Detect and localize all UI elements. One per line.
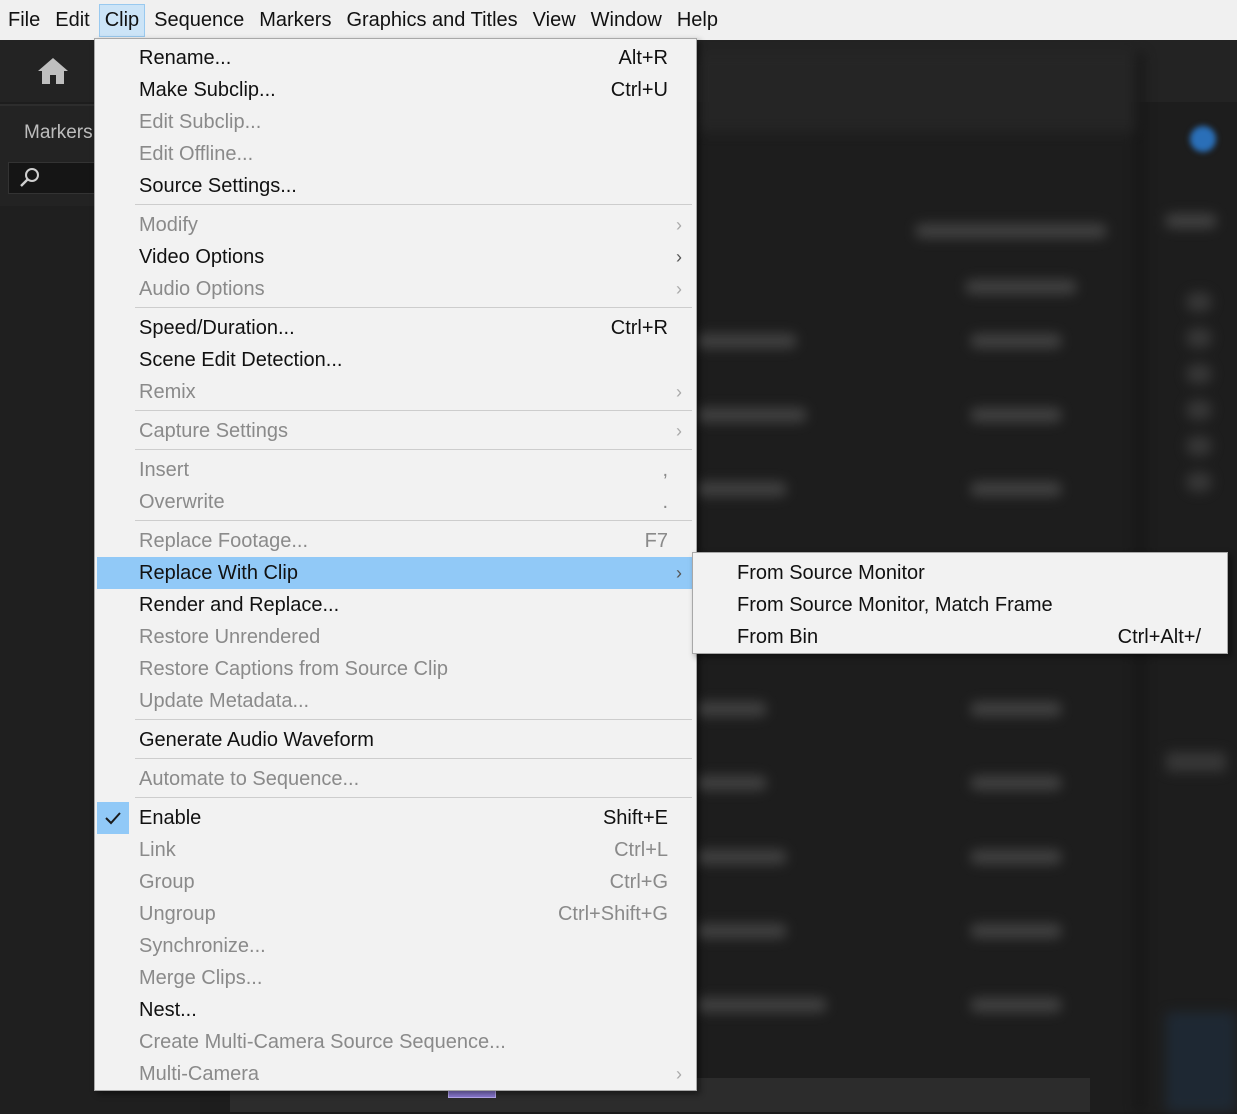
menu-markers[interactable]: Markers [253, 4, 337, 37]
panel-tab-markers[interactable]: Markers [24, 122, 93, 144]
menu-item-replace-with-clip[interactable]: Replace With Clip › [97, 557, 692, 589]
menu-item-video-options[interactable]: Video Options › [97, 241, 692, 273]
menu-separator [135, 520, 692, 521]
menu-item-replace-footage[interactable]: Replace Footage... F7 [97, 525, 692, 557]
menu-item-rename[interactable]: Rename... Alt+R [97, 42, 692, 74]
menu-item-insert[interactable]: Insert, [97, 454, 692, 486]
submenu-item-from-source-monitor[interactable]: From Source Monitor [695, 557, 1225, 589]
status-indicator [1190, 126, 1216, 152]
chevron-right-icon: › [676, 247, 682, 267]
menu-bar: File Edit Clip Sequence Markers Graphics… [0, 0, 1237, 40]
menu-item-audio-options[interactable]: Audio Options › [97, 273, 692, 305]
menu-item-group[interactable]: Group Ctrl+G [97, 866, 692, 898]
chevron-right-icon: › [676, 215, 682, 235]
menu-item-make-subclip[interactable]: Make Subclip... Ctrl+U [97, 74, 692, 106]
menu-separator [135, 449, 692, 450]
menu-item-modify[interactable]: Modify › [97, 209, 692, 241]
menu-item-merge-clips[interactable]: Merge Clips... [97, 962, 692, 994]
menu-item-source-settings[interactable]: Source Settings... [97, 170, 692, 202]
menu-item-enable[interactable]: Enable Shift+E [97, 802, 692, 834]
menu-item-link[interactable]: Link Ctrl+L [97, 834, 692, 866]
home-icon[interactable] [36, 56, 70, 86]
menu-view[interactable]: View [527, 4, 582, 37]
menu-item-restore-unrendered[interactable]: Restore Unrendered [97, 621, 692, 653]
menu-item-scene-edit-detection[interactable]: Scene Edit Detection... [97, 344, 692, 376]
menu-separator [135, 307, 692, 308]
menu-item-restore-captions[interactable]: Restore Captions from Source Clip [97, 653, 692, 685]
menu-help[interactable]: Help [671, 4, 724, 37]
menu-item-create-multi-camera-source-sequence[interactable]: Create Multi-Camera Source Sequence... [97, 1026, 692, 1058]
menu-separator [135, 758, 692, 759]
menu-edit[interactable]: Edit [49, 4, 95, 37]
menu-item-nest[interactable]: Nest... [97, 994, 692, 1026]
menu-separator [135, 719, 692, 720]
menu-item-ungroup[interactable]: Ungroup Ctrl+Shift+G [97, 898, 692, 930]
check-icon [97, 802, 129, 834]
chevron-right-icon: › [676, 382, 682, 402]
clip-menu: Rename... Alt+R Make Subclip... Ctrl+U Edi… [94, 38, 697, 1091]
menu-clip[interactable]: Clip [98, 3, 146, 37]
submenu-item-from-bin[interactable]: From Bin Ctrl+Alt+/ [695, 621, 1225, 653]
replace-with-clip-submenu: From Source Monitor From Source Monitor,… [692, 552, 1228, 654]
menu-separator [135, 204, 692, 205]
menu-item-remix[interactable]: Remix › [97, 376, 692, 408]
search-icon [20, 168, 39, 187]
menu-item-multi-camera[interactable]: Multi-Camera › [97, 1058, 692, 1090]
menu-separator [135, 410, 692, 411]
menu-item-update-metadata[interactable]: Update Metadata... [97, 685, 692, 717]
submenu-item-from-source-monitor-match-frame[interactable]: From Source Monitor, Match Frame [695, 589, 1225, 621]
menu-item-overwrite[interactable]: Overwrite. [97, 486, 692, 518]
menu-file[interactable]: File [2, 4, 46, 37]
menu-item-automate-to-sequence[interactable]: Automate to Sequence... [97, 763, 692, 795]
menu-item-edit-offline[interactable]: Edit Offline... [97, 138, 692, 170]
menu-item-synchronize[interactable]: Synchronize... [97, 930, 692, 962]
menu-graphics-and-titles[interactable]: Graphics and Titles [340, 4, 523, 37]
menu-window[interactable]: Window [585, 4, 668, 37]
menu-item-render-and-replace[interactable]: Render and Replace... [97, 589, 692, 621]
menu-item-edit-subclip[interactable]: Edit Subclip... [97, 106, 692, 138]
menu-item-capture-settings[interactable]: Capture Settings › [97, 415, 692, 447]
chevron-right-icon: › [676, 563, 682, 583]
menu-item-speed-duration[interactable]: Speed/Duration... Ctrl+R [97, 312, 692, 344]
chevron-right-icon: › [676, 421, 682, 441]
chevron-right-icon: › [676, 1064, 682, 1084]
menu-item-generate-audio-waveform[interactable]: Generate Audio Waveform [97, 724, 692, 756]
menu-separator [135, 797, 692, 798]
menu-sequence[interactable]: Sequence [148, 4, 250, 37]
chevron-right-icon: › [676, 279, 682, 299]
